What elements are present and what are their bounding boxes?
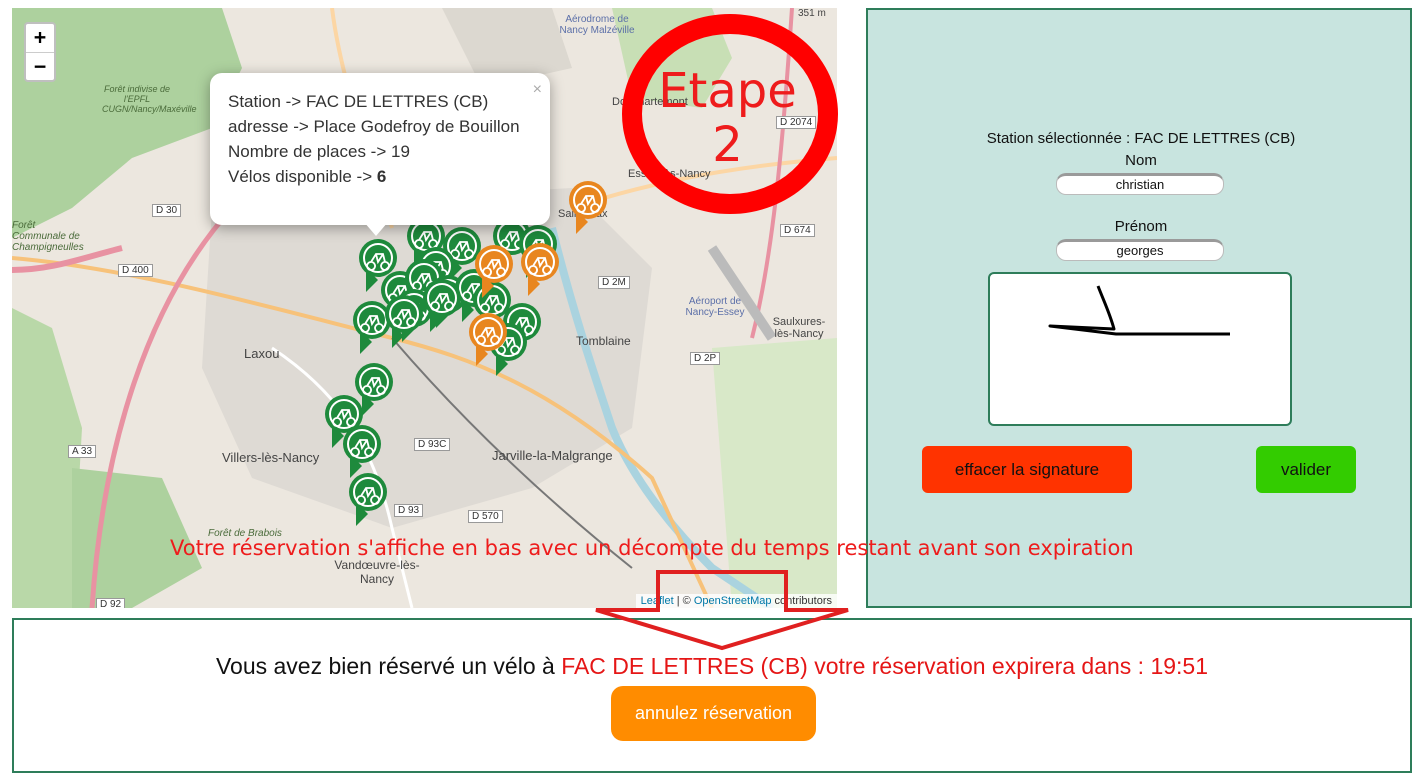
popup-close-icon[interactable]: × xyxy=(533,77,542,102)
nom-label: Nom xyxy=(1125,152,1157,169)
popup-bikes: Vélos disponible -> 6 xyxy=(228,164,532,189)
reservation-form: Station sélectionnée : FAC DE LETTRES (C… xyxy=(866,8,1412,608)
step-word: Etape xyxy=(658,63,797,119)
prenom-label: Prénom xyxy=(1114,218,1168,235)
station-marker[interactable] xyxy=(349,473,387,526)
zoom-control: + − xyxy=(24,22,56,82)
reservation-timer: 19:51 xyxy=(1150,653,1209,679)
station-popup: × Station -> FAC DE LETTRES (CB) adresse… xyxy=(210,73,550,225)
zoom-in-button[interactable]: + xyxy=(26,24,54,52)
reservation-station: FAC DE LETTRES (CB) xyxy=(561,653,808,679)
station-marker[interactable] xyxy=(353,301,391,354)
page: Laxou Villers-lès-Nancy Jarville-la-Malg… xyxy=(0,0,1422,778)
prenom-input[interactable]: georges xyxy=(1056,239,1224,261)
station-marker[interactable] xyxy=(385,295,423,348)
clear-signature-button[interactable]: effacer la signature xyxy=(922,446,1132,493)
selected-station-label: Station sélectionnée : FAC DE LETTRES (C… xyxy=(986,130,1296,147)
popup-bikes-value: 6 xyxy=(376,167,387,186)
step-number: 2 xyxy=(712,117,743,173)
signature-canvas[interactable] xyxy=(988,272,1292,426)
reservation-middle: votre réservation expirera dans : xyxy=(807,653,1151,679)
reservation-prefix: Vous avez bien réservé un vélo à xyxy=(215,653,562,679)
signature-stroke xyxy=(1048,285,1230,336)
cancel-reservation-button[interactable]: annulez réservation xyxy=(611,686,816,741)
step-label: Etape 2 xyxy=(640,64,815,172)
popup-address: adresse -> Place Godefroy de Bouillon xyxy=(228,117,520,136)
validate-button[interactable]: valider xyxy=(1256,446,1356,493)
station-marker[interactable] xyxy=(423,279,461,332)
station-marker[interactable] xyxy=(569,181,607,234)
popup-tip xyxy=(364,222,388,236)
nom-input[interactable]: christian xyxy=(1056,173,1224,195)
popup-bikes-label: Vélos disponible -> xyxy=(228,167,377,186)
annotation-text: Votre réservation s'affiche en bas avec … xyxy=(170,536,1134,560)
annotation-arrow xyxy=(595,570,849,651)
station-marker[interactable] xyxy=(521,243,559,296)
popup-station: Station -> FAC DE LETTRES (CB) xyxy=(228,92,489,111)
zoom-out-button[interactable]: − xyxy=(26,52,54,80)
popup-places: Nombre de places -> 19 xyxy=(228,142,410,161)
reservation-message: Vous avez bien réservé un vélo à FAC DE … xyxy=(14,653,1410,680)
station-marker[interactable] xyxy=(343,425,381,478)
